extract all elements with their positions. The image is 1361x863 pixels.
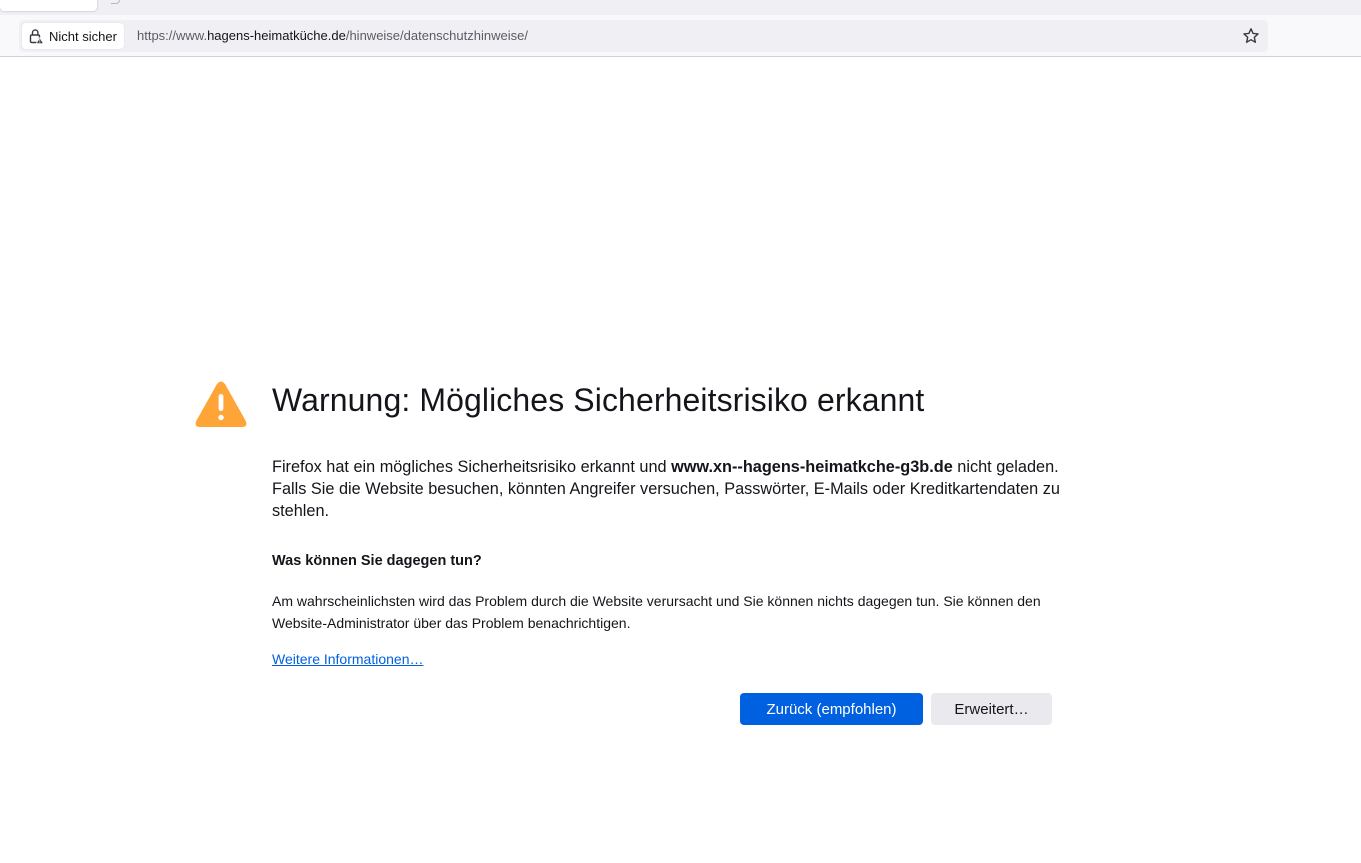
site-identity-button[interactable]: Nicht sicher xyxy=(22,23,124,49)
url-bar[interactable]: Nicht sicher https://www.hagens-heimatkü… xyxy=(19,20,1268,52)
url-text[interactable]: https://www.hagens-heimatküche.de/hinwei… xyxy=(137,28,528,43)
tab-strip xyxy=(0,0,1361,15)
what-to-do-text: Am wahrscheinlichsten wird das Problem d… xyxy=(272,593,1041,631)
page-title: Warnung: Mögliches Sicherheitsrisiko erk… xyxy=(272,382,925,418)
learn-more-link[interactable]: Weitere Informationen… xyxy=(272,651,423,667)
warning-icon xyxy=(195,381,247,427)
what-to-do-heading: Was können Sie dagegen tun? xyxy=(272,553,482,569)
advanced-button[interactable]: Erweitert… xyxy=(931,693,1052,725)
active-tab[interactable] xyxy=(0,0,97,11)
go-back-button[interactable]: Zurück (empfohlen) xyxy=(740,693,923,725)
url-path: /hinweise/datenschutzhinweise/ xyxy=(345,28,528,43)
site-identity-label: Nicht sicher xyxy=(49,28,117,44)
navigation-toolbar: Nicht sicher https://www.hagens-heimatkü… xyxy=(0,15,1361,57)
url-prefix: https://www. xyxy=(137,28,208,43)
tab-separator xyxy=(111,0,120,4)
error-description-start: Firefox hat ein mögliches Sicherheitsris… xyxy=(272,458,672,476)
star-icon[interactable] xyxy=(1242,27,1260,45)
url-host: hagens-heimatküche.de xyxy=(207,28,346,43)
error-description: Firefox hat ein mögliches Sicherheitsris… xyxy=(272,456,1062,522)
insecure-lock-icon xyxy=(29,29,44,44)
blocked-domain: www.xn--hagens-heimatkche-g3b.de xyxy=(671,458,953,476)
